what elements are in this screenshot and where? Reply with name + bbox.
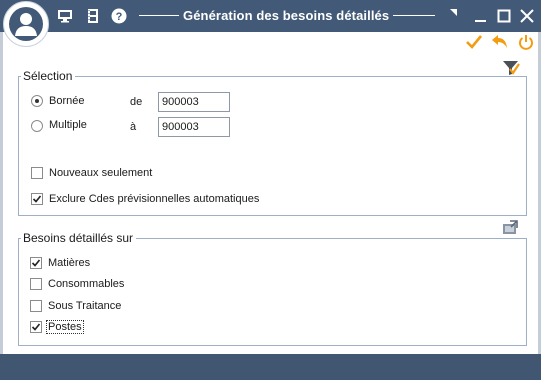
dialog-content: Sélection Bornée de 900003 Multiple à 90…	[0, 32, 541, 354]
check-icon	[31, 259, 41, 267]
radio-bornee-label: Bornée	[49, 95, 85, 107]
svg-text:?: ?	[116, 11, 123, 23]
power-icon[interactable]	[517, 33, 535, 51]
de-label: de	[130, 96, 143, 108]
left-frame-edge	[0, 32, 3, 354]
matieres-label: Matières	[48, 257, 91, 269]
de-input[interactable]: 900003	[158, 92, 230, 112]
window-title: Génération des besoins détaillés	[183, 8, 390, 23]
title-bar: ? Génération des besoins détaillés	[0, 0, 541, 32]
sous-traitance-checkbox[interactable]	[30, 300, 42, 312]
besoins-legend: Besoins détaillés sur	[21, 231, 137, 245]
help-icon[interactable]: ?	[111, 8, 127, 24]
filter-icon[interactable]	[501, 58, 521, 78]
minimize-icon[interactable]	[473, 8, 489, 24]
undo-icon[interactable]	[491, 33, 509, 51]
besoins-group: Besoins détaillés sur Matières Consommab…	[18, 231, 527, 346]
postes-label: Postes	[46, 320, 84, 334]
maximize-icon[interactable]	[496, 8, 512, 24]
title-right-rule	[393, 15, 435, 16]
a-label: à	[130, 121, 137, 133]
footer-bar	[0, 354, 541, 380]
check-icon	[32, 195, 42, 203]
radio-multiple-label: Multiple	[49, 119, 87, 131]
exclure-label: Exclure Cdes prévisionnelles automatique…	[49, 193, 260, 205]
consommables-label: Consommables	[48, 278, 125, 290]
export-icon[interactable]	[501, 220, 519, 236]
exclure-checkbox[interactable]	[31, 193, 43, 205]
selection-group: Sélection Bornée de 900003 Multiple à 90…	[18, 69, 527, 216]
nouveaux-label: Nouveaux seulement	[49, 167, 153, 179]
a-input[interactable]: 900003	[158, 117, 230, 137]
consommables-checkbox[interactable]	[30, 278, 42, 290]
film-icon[interactable]	[85, 8, 101, 24]
close-icon[interactable]	[519, 8, 535, 24]
user-avatar-icon[interactable]	[3, 1, 49, 47]
pin-icon[interactable]	[448, 7, 458, 17]
postes-checkbox[interactable]	[30, 321, 42, 333]
validate-check-icon[interactable]	[465, 33, 483, 51]
nouveaux-checkbox[interactable]	[31, 167, 43, 179]
matieres-checkbox[interactable]	[30, 257, 42, 269]
title-left-rule	[139, 15, 179, 16]
selection-legend: Sélection	[21, 69, 76, 83]
radio-bornee[interactable]	[31, 95, 43, 107]
check-icon	[31, 323, 41, 331]
monitor-icon[interactable]	[57, 8, 73, 24]
sous-traitance-label: Sous Traitance	[48, 300, 122, 312]
radio-multiple[interactable]	[31, 120, 43, 132]
